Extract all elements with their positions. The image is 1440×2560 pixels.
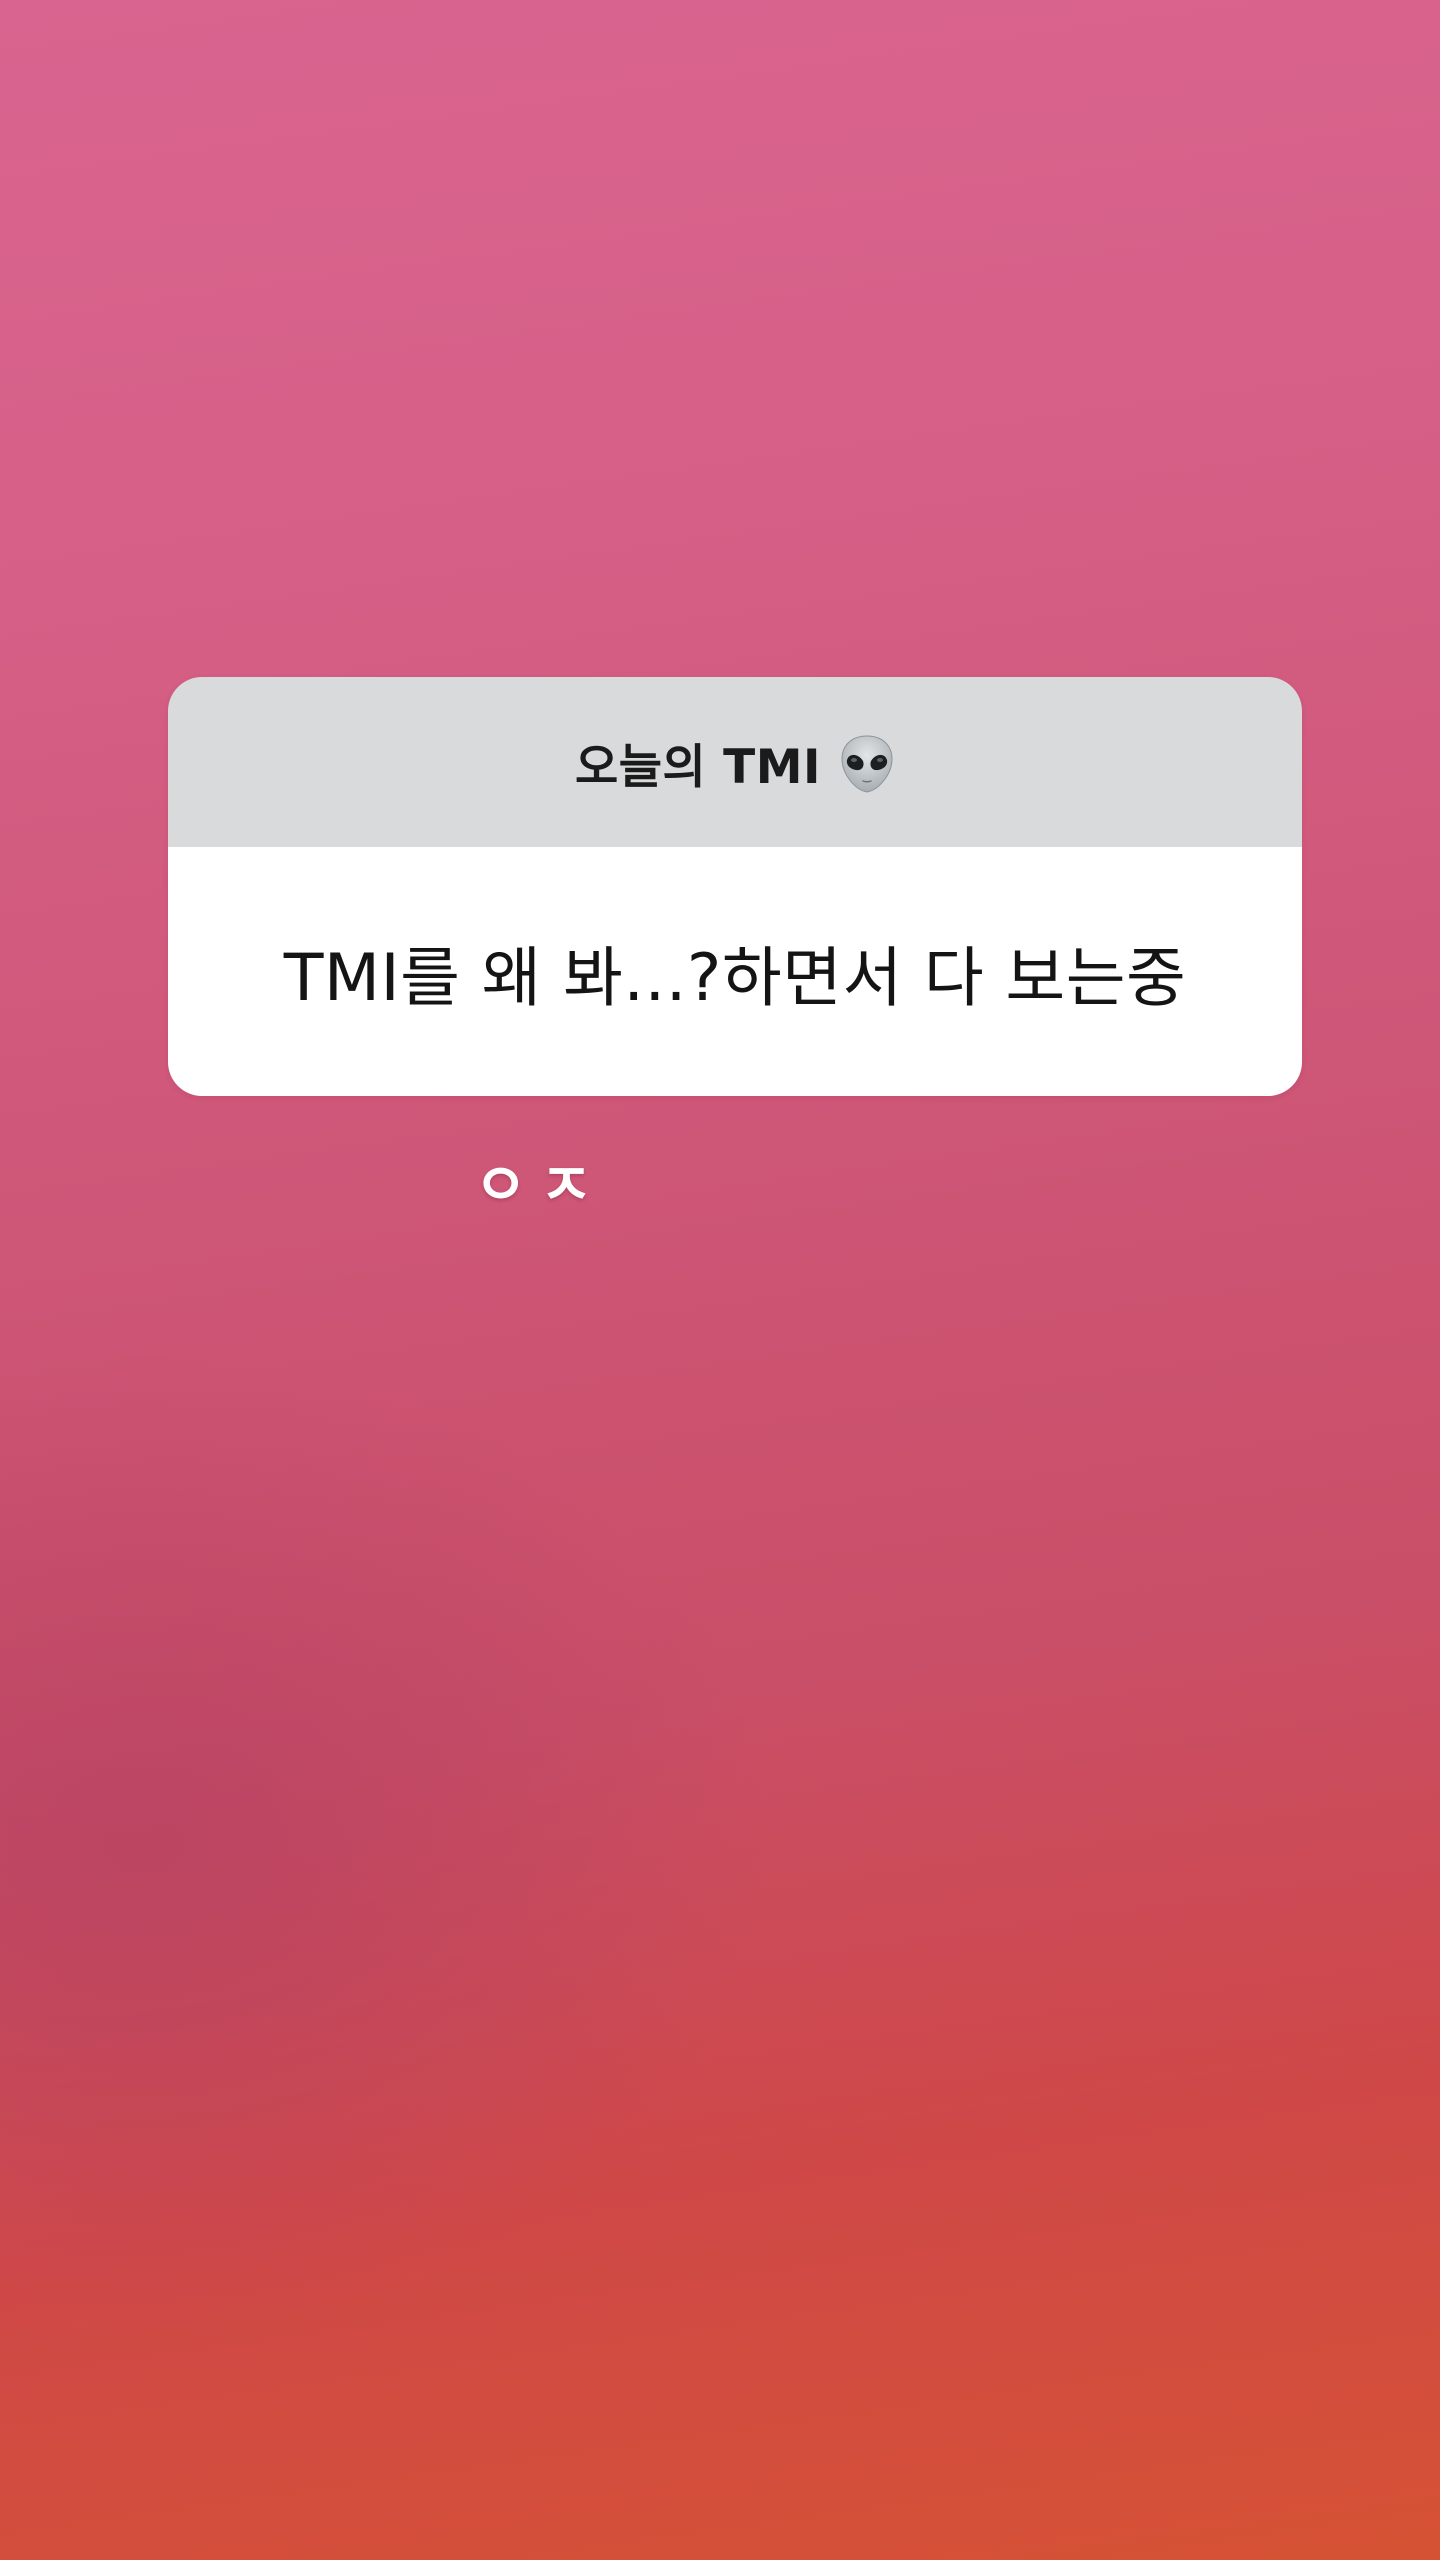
- question-sticker-body: TMI를 왜 봐...?하면서 다 보는중: [168, 847, 1302, 1096]
- alien-icon: [839, 734, 895, 794]
- question-answer-text: TMI를 왜 봐...?하면서 다 보는중: [283, 940, 1187, 1016]
- question-sticker-header: 오늘의 TMI: [168, 677, 1302, 847]
- question-sticker[interactable]: 오늘의 TMI TMI를 왜 봐...?하면서 다 보는중: [168, 677, 1302, 1096]
- reply-text: ㅇㅈ: [474, 1151, 605, 1219]
- story-background: 오늘의 TMI TMI를 왜 봐...?하면서 다 보는중 ㅇㅈ: [0, 0, 1440, 2560]
- question-sticker-title: 오늘의 TMI: [575, 739, 821, 795]
